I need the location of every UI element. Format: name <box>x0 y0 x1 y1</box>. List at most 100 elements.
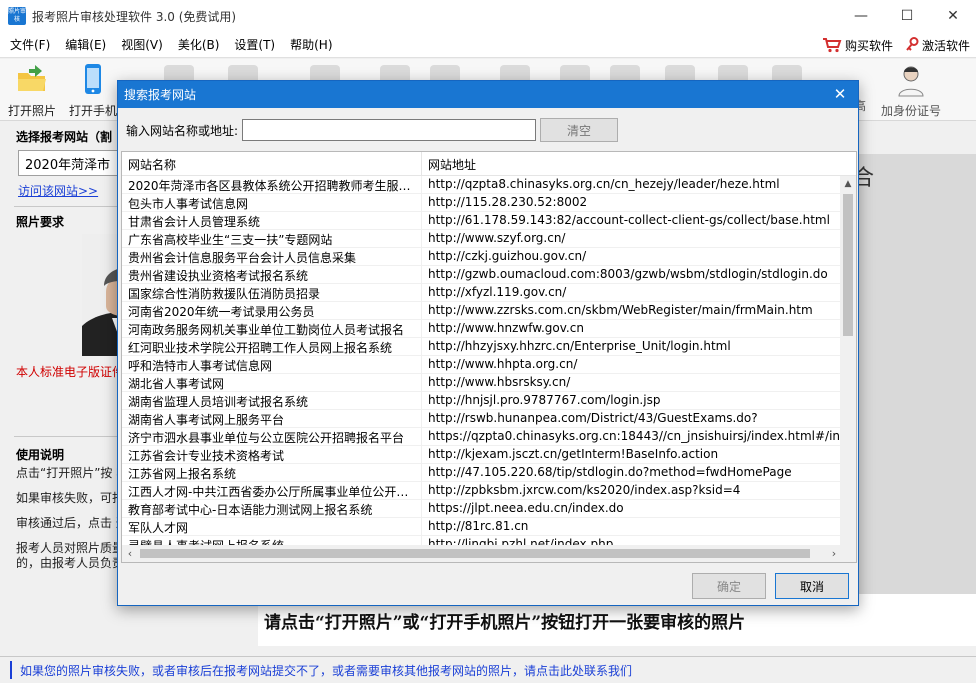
site-name-cell: 江苏省网上报名系统 <box>122 464 422 481</box>
column-header-name[interactable]: 网站名称 <box>122 152 422 175</box>
vertical-scrollbar[interactable]: ▲ <box>840 176 856 546</box>
site-url-cell: http://www.hbsrsksy.cn/ <box>428 375 571 389</box>
site-name-cell: 贵州省建设执业资格考试报名系统 <box>122 266 422 283</box>
table-row[interactable]: 河南政务服务网机关事业单位工勤岗位人员考试报名 http://www.hnzwfw… <box>122 320 842 338</box>
menu-beautify[interactable]: 美化(B) <box>173 36 225 53</box>
column-header-url[interactable]: 网站地址 <box>422 152 856 175</box>
site-name-cell: 教育部考试中心-日本语能力测试网上报名系统 <box>122 500 422 517</box>
site-url-cell: http://www.szyf.org.cn/ <box>428 231 566 245</box>
clear-button[interactable]: 清空 <box>540 118 619 142</box>
search-site-dialog: 搜索报考网站 ✕ 输入网站名称或地址: 清空 网站名称 网站地址 2020年菏泽… <box>117 80 859 606</box>
site-url-cell: http://qzpta8.chinasyks.org.cn/cn_hezejy… <box>428 177 780 191</box>
site-name-cell: 2020年菏泽市各区县教体系统公开招聘教师考生服务平台 <box>122 176 422 193</box>
site-name-cell: 湖南省人事考试网上服务平台 <box>122 410 422 427</box>
menu-help[interactable]: 帮助(H) <box>285 36 337 53</box>
table-row[interactable]: 国家综合性消防救援队伍消防员招录 http://xfyzl.119.gov.cn/ <box>122 284 842 302</box>
menu-file[interactable]: 文件(F) <box>5 36 55 53</box>
open-phone-photo-button[interactable]: 打开手机 <box>64 63 122 119</box>
dialog-close-icon[interactable]: ✕ <box>830 84 850 104</box>
site-name-cell: 湖南省监理人员培训考试报名系统 <box>122 392 422 409</box>
site-url-cell: http://47.105.220.68/tip/stdlogin.do?met… <box>428 465 792 479</box>
add-id-number-button[interactable]: 加身份证号 <box>876 63 946 119</box>
close-icon[interactable]: ✕ <box>930 0 976 32</box>
site-url-cell: https://jlpt.neea.edu.cn/index.do <box>428 501 624 515</box>
open-photo-button[interactable]: 打开照片 <box>6 63 58 119</box>
search-row: 输入网站名称或地址: 清空 <box>126 117 619 143</box>
menu-view[interactable]: 视图(V) <box>116 36 168 53</box>
list-rows: 2020年菏泽市各区县教体系统公开招聘教师考生服务平台 http://qzpta8… <box>122 176 842 546</box>
site-name-cell: 广东省高校毕业生“三支一扶”专题网站 <box>122 230 422 247</box>
site-name-cell: 贵州省会计信息服务平台会计人员信息采集 <box>122 248 422 265</box>
site-search-input[interactable] <box>242 119 537 141</box>
horizontal-scrollbar[interactable]: ‹ › <box>122 545 842 562</box>
table-row[interactable]: 包头市人事考试信息网 http://115.28.230.52:8002 <box>122 194 842 212</box>
table-row[interactable]: 江西人才网-中共江西省委办公厅所属事业单位公开招聘工作人员 http://zpbk… <box>122 482 842 500</box>
scroll-thumb[interactable] <box>843 194 853 336</box>
maximize-icon[interactable]: ☐ <box>884 0 930 32</box>
window-title: 报考照片审核处理软件 3.0 (免费试用) <box>32 9 237 24</box>
site-url-cell: http://61.178.59.143:82/account-collect-… <box>428 213 830 227</box>
table-row[interactable]: 广东省高校毕业生“三支一扶”专题网站 http://www.szyf.org.cn… <box>122 230 842 248</box>
site-name-cell: 红河职业技术学院公开招聘工作人员网上报名系统 <box>122 338 422 355</box>
scroll-corner <box>840 545 856 562</box>
table-row[interactable]: 河南省2020年统一考试录用公务员 http://www.zzrsks.com.c… <box>122 302 842 320</box>
app-logo-icon: 照片审核 <box>8 7 27 25</box>
status-accent <box>10 661 12 679</box>
buy-software-button[interactable]: 购买软件 <box>822 37 893 54</box>
table-row[interactable]: 军队人才网 http://81rc.81.cn <box>122 518 842 536</box>
site-name-cell: 河南省2020年统一考试录用公务员 <box>122 302 422 319</box>
folder-open-icon <box>18 65 46 91</box>
table-row[interactable]: 江苏省会计专业技术资格考试 http://kjexam.jsczt.cn/getI… <box>122 446 842 464</box>
minimize-icon[interactable]: — <box>838 0 884 32</box>
list-header: 网站名称 网站地址 <box>122 152 856 176</box>
site-url-cell: https://qzpta0.chinasyks.org.cn:18443//c… <box>428 429 842 443</box>
site-url-cell: http://115.28.230.52:8002 <box>428 195 588 209</box>
site-name-cell: 江苏省会计专业技术资格考试 <box>122 446 422 463</box>
table-row[interactable]: 湖南省人事考试网上服务平台 http://rswb.hunanpea.com/Di… <box>122 410 842 428</box>
table-row[interactable]: 甘肃省会计人员管理系统 http://61.178.59.143:82/accou… <box>122 212 842 230</box>
ok-button[interactable]: 确定 <box>692 573 766 599</box>
table-row[interactable]: 2020年菏泽市各区县教体系统公开招聘教师考生服务平台 http://qzpta8… <box>122 176 842 194</box>
menu-settings[interactable]: 设置(T) <box>229 36 280 53</box>
site-url-cell: http://gzwb.oumacloud.com:8003/gzwb/wsbm… <box>428 267 828 281</box>
site-name-cell: 呼和浩特市人事考试信息网 <box>122 356 422 373</box>
add-id-number-label: 加身份证号 <box>880 104 941 118</box>
contact-us-link[interactable]: 如果您的照片审核失败，或者审核后在报考网站提交不了，或者需要审核其他报考网站的照… <box>20 662 632 679</box>
hscroll-thumb[interactable] <box>140 549 810 558</box>
usage-title: 使用说明 <box>16 448 65 462</box>
activate-software-label: 激活软件 <box>921 38 970 53</box>
site-url-cell: http://zpbksbm.jxrcw.com/ks2020/index.as… <box>428 483 741 497</box>
site-name-cell: 国家综合性消防救援队伍消防员招录 <box>122 284 422 301</box>
site-name-cell: 河南政务服务网机关事业单位工勤岗位人员考试报名 <box>122 320 422 337</box>
table-row[interactable]: 贵州省会计信息服务平台会计人员信息采集 http://czkj.guizhou.g… <box>122 248 842 266</box>
visit-site-link[interactable]: 访问该网站>> <box>18 182 98 199</box>
shopping-cart-icon <box>822 38 842 53</box>
site-name-cell: 江西人才网-中共江西省委办公厅所属事业单位公开招聘工作人员 <box>122 482 422 499</box>
activate-software-button[interactable]: 激活软件 <box>905 37 970 54</box>
site-url-cell: http://www.zzrsks.com.cn/skbm/WebRegiste… <box>428 303 813 317</box>
site-url-cell: http://www.hhpta.org.cn/ <box>428 357 578 371</box>
table-row[interactable]: 呼和浩特市人事考试信息网 http://www.hhpta.org.cn/ <box>122 356 842 374</box>
dialog-title-bar: 搜索报考网站 ✕ <box>118 81 858 108</box>
site-name-cell: 湖北省人事考试网 <box>122 374 422 391</box>
site-url-cell: http://www.hnzwfw.gov.cn <box>428 321 584 335</box>
scroll-left-icon[interactable]: ‹ <box>122 545 138 562</box>
cancel-button[interactable]: 取消 <box>775 573 849 599</box>
menu-edit[interactable]: 编辑(E) <box>60 36 111 53</box>
open-photo-label: 打开照片 <box>7 104 56 118</box>
key-icon <box>906 37 919 51</box>
table-row[interactable]: 湖北省人事考试网 http://www.hbsrsksy.cn/ <box>122 374 842 392</box>
open-phone-photo-label: 打开手机 <box>68 104 117 118</box>
table-row[interactable]: 红河职业技术学院公开招聘工作人员网上报名系统 http://hhzyjsxy.hh… <box>122 338 842 356</box>
table-row[interactable]: 江苏省网上报名系统 http://47.105.220.68/tip/stdlog… <box>122 464 842 482</box>
site-list: 网站名称 网站地址 2020年菏泽市各区县教体系统公开招聘教师考生服务平台 htt… <box>121 151 857 563</box>
table-row[interactable]: 贵州省建设执业资格考试报名系统 http://gzwb.oumacloud.com… <box>122 266 842 284</box>
table-row[interactable]: 湖南省监理人员培训考试报名系统 http://hnjsjl.pro.9787767… <box>122 392 842 410</box>
site-url-cell: http://81rc.81.cn <box>428 519 529 533</box>
table-row[interactable]: 教育部考试中心-日本语能力测试网上报名系统 https://jlpt.neea.e… <box>122 500 842 518</box>
site-name-cell: 甘肃省会计人员管理系统 <box>122 212 422 229</box>
table-row[interactable]: 济宁市泗水县事业单位与公立医院公开招聘报名平台 https://qzpta0.ch… <box>122 428 842 446</box>
scroll-up-icon[interactable]: ▲ <box>840 176 856 192</box>
phone-icon <box>85 64 101 94</box>
site-url-cell: http://xfyzl.119.gov.cn/ <box>428 285 567 299</box>
